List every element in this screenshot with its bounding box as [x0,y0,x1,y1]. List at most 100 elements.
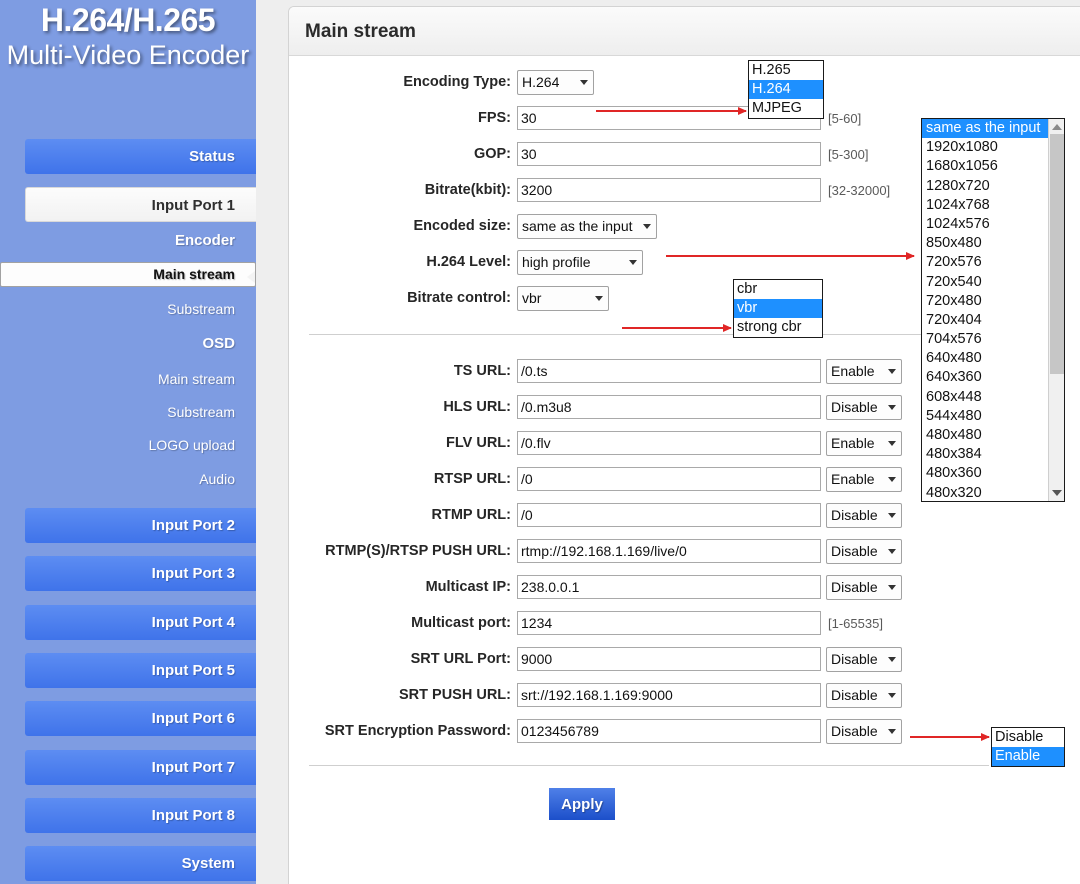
dropdown-option[interactable]: 1920x1080 [922,138,1048,157]
multicast-port-input[interactable] [517,611,821,635]
encoded-size-select[interactable]: same as the input [517,213,657,239]
chevron-down-icon [888,512,896,518]
sidebar-item-system[interactable]: System [25,846,256,881]
h264-level-select[interactable]: high profile [517,249,643,275]
dropdown-option[interactable]: H.265 [749,61,823,80]
dropdown-option[interactable]: MJPEG [749,99,823,118]
flv-url-state-select[interactable]: Enable [826,430,902,456]
rtmp-url-state-select[interactable]: Disable [826,502,902,528]
arrow-head-icon [723,323,732,332]
rtmp-push-url-state-select[interactable]: Disable [826,538,902,564]
sidebar-item-encoder-main-stream[interactable]: Main stream [0,262,256,287]
dropdown-option[interactable]: 608x448 [922,388,1048,407]
form-row-srt-push-url: SRT PUSH URL: Disable [289,677,1080,713]
gop-input[interactable] [517,142,821,166]
sidebar-group-encoder[interactable]: Encoder [0,227,256,255]
rtmp-push-url-input[interactable] [517,539,821,563]
annotation-arrow-bitrate-control [622,323,732,332]
srt-url-port-input[interactable] [517,647,821,671]
hls-url-state-value: Disable [831,398,878,415]
apply-button[interactable]: Apply [549,788,615,820]
dropdown-option[interactable]: 640x480 [922,349,1048,368]
sidebar-item-input-port-6[interactable]: Input Port 6 [25,701,256,736]
ts-url-state-value: Enable [831,362,875,379]
sidebar-item-input-port-4[interactable]: Input Port 4 [25,605,256,640]
multicast-ip-label: Multicast IP: [425,579,511,595]
dropdown-option[interactable]: 720x540 [922,273,1048,292]
ts-url-input[interactable] [517,359,821,383]
encoding-type-dropdown-popup[interactable]: H.265 H.264 MJPEG [748,60,824,119]
dropdown-option[interactable]: 1680x1056 [922,157,1048,176]
rtsp-url-state-select[interactable]: Enable [826,466,902,492]
bitrate-control-value: vbr [522,289,542,306]
rtmp-url-label: RTMP URL: [431,507,511,523]
sidebar-item-input-port-5[interactable]: Input Port 5 [25,653,256,688]
sidebar-item-status[interactable]: Status [25,139,256,174]
bitrate-control-select[interactable]: vbr [517,285,609,311]
srt-encryption-password-state-value: Disable [831,722,878,739]
scrollbar-thumb[interactable] [1050,134,1064,374]
dropdown-option[interactable]: 704x576 [922,330,1048,349]
dropdown-option[interactable]: 1024x768 [922,196,1048,215]
sidebar-item-input-port-8[interactable]: Input Port 8 [25,798,256,833]
sidebar-item-input-port-1[interactable]: Input Port 1 [25,187,256,222]
hls-url-state-select[interactable]: Disable [826,394,902,420]
scroll-up-arrow-icon[interactable] [1052,124,1062,130]
dropdown-option[interactable]: Disable [992,728,1064,747]
fps-label: FPS: [477,110,511,126]
multicast-ip-state-select[interactable]: Disable [826,574,902,600]
dropdown-option-selected[interactable]: vbr [734,299,822,318]
dropdown-option[interactable]: strong cbr [734,318,822,337]
dropdown-option[interactable]: 720x576 [922,253,1048,272]
sidebar-item-input-port-2[interactable]: Input Port 2 [25,508,256,543]
dropdown-option[interactable]: 850x480 [922,234,1048,253]
sidebar-nav: Status Input Port 1 Encoder Main stream … [0,0,256,881]
dropdown-option[interactable]: 480x384 [922,445,1048,464]
srt-url-port-state-select[interactable]: Disable [826,646,902,672]
sidebar-item-logo-upload[interactable]: LOGO upload [0,431,256,459]
dropdown-option[interactable]: 640x360 [922,368,1048,387]
bitrate-control-label: Bitrate control: [407,290,511,306]
srt-encryption-password-input[interactable] [517,719,821,743]
dropdown-option[interactable]: 1024x576 [922,215,1048,234]
bitrate-input[interactable] [517,178,821,202]
dropdown-option[interactable]: 720x480 [922,292,1048,311]
sidebar-item-input-port-7[interactable]: Input Port 7 [25,750,256,785]
dropdown-option[interactable]: 480x480 [922,426,1048,445]
dropdown-option[interactable]: 480x360 [922,464,1048,483]
logo-line-2: Multi-Video Encoder [6,40,250,70]
encoded-size-dropdown-popup[interactable]: same as the input 1920x1080 1680x1056 1280x… [921,118,1065,502]
sidebar-item-input-port-3[interactable]: Input Port 3 [25,556,256,591]
hls-url-input[interactable] [517,395,821,419]
sidebar-item-osd-main-stream[interactable]: Main stream [0,365,256,393]
form-row-encoding-type: Encoding Type: H.264 [289,64,1080,100]
dropdown-option[interactable]: cbr [734,280,822,299]
dropdown-option-selected[interactable]: H.264 [749,80,823,99]
bitrate-control-dropdown-popup[interactable]: cbr vbr strong cbr [733,279,823,338]
rtmp-url-input[interactable] [517,503,821,527]
srt-push-url-state-value: Disable [831,686,878,703]
multicast-ip-input[interactable] [517,575,821,599]
dropdown-option[interactable]: 1280x720 [922,177,1048,196]
scroll-down-arrow-icon[interactable] [1052,490,1062,496]
dropdown-option[interactable]: 480x320 [922,484,1048,501]
srt-encryption-password-state-select[interactable]: Disable [826,718,902,744]
srt-push-url-state-select[interactable]: Disable [826,682,902,708]
sidebar-item-audio[interactable]: Audio [0,465,256,493]
dropdown-option[interactable]: 720x404 [922,311,1048,330]
sidebar-group-osd[interactable]: OSD [0,330,256,358]
encoder-web-ui: H.264/H.265 Multi-Video Encoder Status I… [0,0,1080,884]
dropdown-option-selected[interactable]: same as the input [922,119,1054,139]
srt-push-url-input[interactable] [517,683,821,707]
sidebar-item-encoder-substream[interactable]: Substream [0,295,256,323]
rtsp-url-input[interactable] [517,467,821,491]
encoding-type-select[interactable]: H.264 [517,69,594,95]
sidebar-item-osd-substream[interactable]: Substream [0,398,256,426]
encoded-size-scrollbar[interactable] [1048,119,1064,501]
enable-state-dropdown-popup[interactable]: Disable Enable [991,727,1065,767]
flv-url-input[interactable] [517,431,821,455]
dropdown-option[interactable]: 544x480 [922,407,1048,426]
annotation-arrow-encoding-type [596,106,747,115]
ts-url-state-select[interactable]: Enable [826,358,902,384]
dropdown-option-selected[interactable]: Enable [992,747,1064,766]
